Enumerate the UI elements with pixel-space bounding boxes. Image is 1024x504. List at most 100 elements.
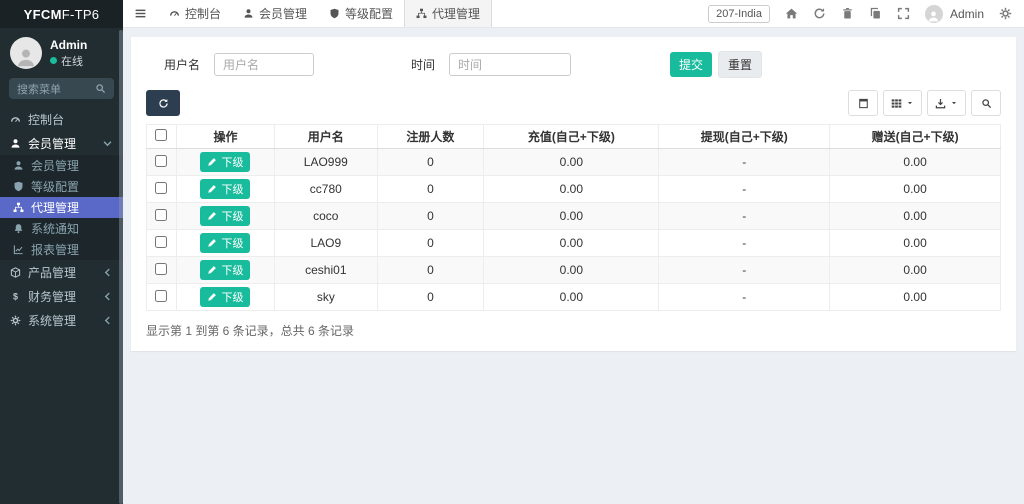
copy-icon[interactable] <box>869 7 882 20</box>
row-checkbox[interactable] <box>155 236 167 248</box>
gauge-icon <box>10 114 21 125</box>
columns-icon <box>891 98 902 109</box>
subordinate-button[interactable]: 下级 <box>200 233 250 253</box>
chart-icon <box>13 244 24 255</box>
submit-button[interactable]: 提交 <box>670 52 712 77</box>
person-icon <box>927 10 940 23</box>
pencil-icon <box>207 184 217 194</box>
sidebar-item-system-management[interactable]: 系统管理 <box>0 308 123 332</box>
gears-icon[interactable] <box>999 7 1012 20</box>
tab-dashboard[interactable]: 控制台 <box>158 0 232 27</box>
search-toggle-button[interactable] <box>971 90 1001 116</box>
user-status: 在线 <box>50 53 87 69</box>
cell-registered: 0 <box>377 203 484 230</box>
cell-recharge: 0.00 <box>484 203 659 230</box>
row-checkbox[interactable] <box>155 263 167 275</box>
row-checkbox[interactable] <box>155 290 167 302</box>
col-header-gift: 赠送(自己+下级) <box>830 125 1001 149</box>
tab-member-management[interactable]: 会员管理 <box>232 0 318 27</box>
refresh-icon[interactable] <box>813 7 826 20</box>
person-icon <box>15 47 37 69</box>
subordinate-button[interactable]: 下级 <box>200 287 250 307</box>
trash-icon[interactable] <box>841 7 854 20</box>
card-view-icon <box>858 98 869 109</box>
sidebar-search-placeholder: 搜索菜单 <box>17 81 61 97</box>
cube-icon <box>10 267 21 278</box>
pencil-icon <box>207 265 217 275</box>
refresh-button[interactable] <box>146 90 180 116</box>
navbar-avatar[interactable] <box>925 5 943 23</box>
table-toolbar <box>146 90 1001 116</box>
toolbar-right <box>848 90 1001 116</box>
home-icon[interactable] <box>785 7 798 20</box>
reset-button[interactable]: 重置 <box>718 51 762 78</box>
time-input[interactable] <box>449 53 571 76</box>
columns-button[interactable] <box>883 90 922 116</box>
chevron-left-icon <box>102 315 113 326</box>
username-input[interactable] <box>214 53 314 76</box>
cell-username: ceshi01 <box>275 257 377 284</box>
sitemap-icon <box>13 202 24 213</box>
subordinate-button-label: 下级 <box>221 262 243 278</box>
sidebar-item-member-management[interactable]: 会员管理 <box>0 131 123 155</box>
user-icon <box>243 8 254 19</box>
sidebar-item-system-notice[interactable]: 系统通知 <box>0 218 123 239</box>
refresh-icon <box>158 98 169 109</box>
bell-icon <box>13 223 24 234</box>
card-view-button[interactable] <box>848 90 878 116</box>
table-row: 下级cc78000.00-0.00 <box>147 176 1001 203</box>
col-header-withdraw: 提现(自己+下级) <box>659 125 830 149</box>
chevron-down-icon <box>102 138 113 149</box>
fullscreen-icon[interactable] <box>897 7 910 20</box>
row-checkbox[interactable] <box>155 209 167 221</box>
cell-registered: 0 <box>377 230 484 257</box>
table-row: 下级sky00.00-0.00 <box>147 284 1001 311</box>
tab-level-config[interactable]: 等级配置 <box>318 0 404 27</box>
export-button[interactable] <box>927 90 966 116</box>
region-badge[interactable]: 207-India <box>708 5 770 23</box>
sidebar-item-members[interactable]: 会员管理 <box>0 155 123 176</box>
subordinate-button-label: 下级 <box>221 289 243 305</box>
main-area: 控制台 会员管理 等级配置 代理管理 207-India Admin <box>123 0 1024 504</box>
select-all-checkbox[interactable] <box>155 129 167 141</box>
col-header-recharge: 充值(自己+下级) <box>484 125 659 149</box>
shield-icon <box>329 8 340 19</box>
cell-username: coco <box>275 203 377 230</box>
subordinate-button[interactable]: 下级 <box>200 179 250 199</box>
cell-gift: 0.00 <box>830 149 1001 176</box>
gauge-icon <box>169 8 180 19</box>
tab-agent-management[interactable]: 代理管理 <box>404 0 492 27</box>
pagination-info: 显示第 1 到第 6 条记录，总共 6 条记录 <box>146 322 1001 339</box>
sidebar-item-product-management[interactable]: 产品管理 <box>0 260 123 284</box>
user-name: Admin <box>50 38 87 53</box>
subordinate-button[interactable]: 下级 <box>200 260 250 280</box>
sidebar-item-agent-management[interactable]: 代理管理 <box>0 197 123 218</box>
sidebar-item-report-management[interactable]: 报表管理 <box>0 239 123 260</box>
table-row: 下级coco00.00-0.00 <box>147 203 1001 230</box>
subordinate-button[interactable]: 下级 <box>200 152 250 172</box>
top-navbar: 控制台 会员管理 等级配置 代理管理 207-India Admin <box>123 0 1024 28</box>
sidebar-item-finance-management[interactable]: 财务管理 <box>0 284 123 308</box>
navbar-username[interactable]: Admin <box>950 7 984 21</box>
hamburger-icon <box>134 7 147 20</box>
sidebar-item-level-config[interactable]: 等级配置 <box>0 176 123 197</box>
cell-recharge: 0.00 <box>484 284 659 311</box>
col-header-action: 操作 <box>176 125 274 149</box>
sidebar-toggle-button[interactable] <box>123 7 158 20</box>
row-checkbox[interactable] <box>155 155 167 167</box>
row-checkbox[interactable] <box>155 182 167 194</box>
table-header-row: 操作 用户名 注册人数 充值(自己+下级) 提现(自己+下级) 赠送(自己+下级… <box>147 125 1001 149</box>
chevron-left-icon <box>102 267 113 278</box>
panel-card: 用户名 时间 提交 重置 <box>131 37 1016 351</box>
cell-withdraw: - <box>659 176 830 203</box>
subordinate-button[interactable]: 下级 <box>200 206 250 226</box>
cell-recharge: 0.00 <box>484 257 659 284</box>
subordinate-button-label: 下级 <box>221 181 243 197</box>
online-dot <box>50 57 57 64</box>
user-panel: Admin 在线 <box>0 28 123 75</box>
cell-registered: 0 <box>377 176 484 203</box>
sidebar-search-input[interactable]: 搜索菜单 <box>9 78 114 99</box>
sidebar-item-dashboard[interactable]: 控制台 <box>0 107 123 131</box>
cell-gift: 0.00 <box>830 176 1001 203</box>
cell-username: sky <box>275 284 377 311</box>
